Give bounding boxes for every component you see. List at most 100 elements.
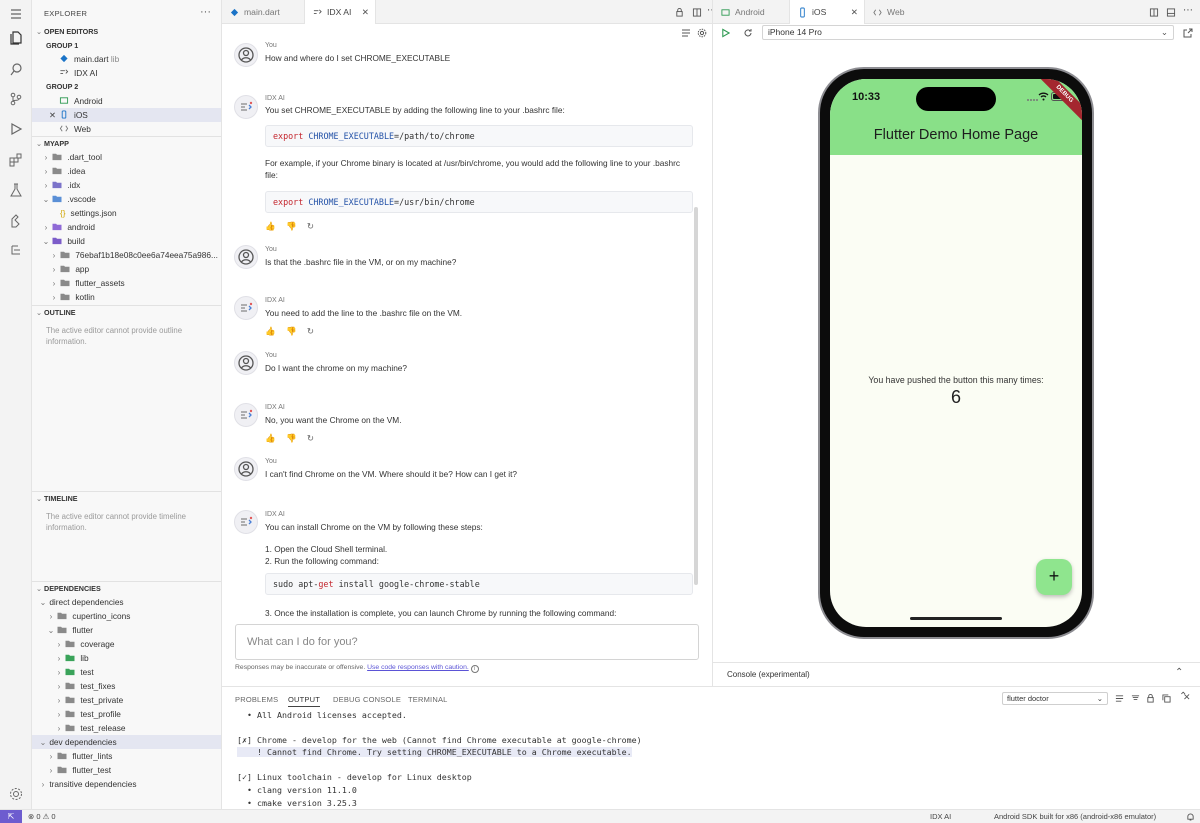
tab-web[interactable]: Web bbox=[865, 0, 939, 24]
close-panel-icon[interactable]: ✕ bbox=[1183, 692, 1191, 703]
dep-test-profile[interactable]: › test_profile bbox=[32, 707, 221, 721]
tree-build[interactable]: ⌄ build bbox=[32, 234, 221, 248]
close-tab-icon[interactable]: ✕ bbox=[851, 0, 858, 24]
tree-android[interactable]: › android bbox=[32, 220, 221, 234]
idx-ai-status[interactable]: IDX AI bbox=[930, 810, 951, 823]
counter-value: 6 bbox=[950, 387, 961, 407]
split-editor-icon[interactable] bbox=[1149, 8, 1159, 17]
open-editor-idx-ai[interactable]: IDX AI bbox=[32, 66, 221, 80]
tab-debug-console[interactable]: DEBUG CONSOLE bbox=[333, 695, 401, 704]
tree-idea[interactable]: › .idea bbox=[32, 164, 221, 178]
dep-dev[interactable]: ⌄ dev dependencies bbox=[32, 735, 221, 749]
external-link-icon[interactable] bbox=[1183, 28, 1193, 38]
open-editor-main-dart[interactable]: main.dart lib bbox=[32, 52, 221, 66]
dep-direct[interactable]: ⌄ direct dependencies bbox=[32, 595, 221, 609]
list-icon[interactable] bbox=[1115, 694, 1124, 703]
reload-icon[interactable] bbox=[743, 28, 753, 38]
run-icon[interactable] bbox=[721, 28, 730, 38]
dep-test[interactable]: › test bbox=[32, 665, 221, 679]
dep-test-release[interactable]: › test_release bbox=[32, 721, 221, 735]
tree-build-hash[interactable]: › 76ebaf1b18e08c0ee6a74eea75a986... bbox=[32, 248, 221, 262]
web-code-icon bbox=[873, 9, 882, 16]
lock-icon[interactable] bbox=[1146, 694, 1155, 703]
section-dependencies[interactable]: ⌄ DEPENDENCIES bbox=[32, 581, 221, 594]
tab-terminal[interactable]: TERMINAL bbox=[408, 695, 448, 704]
chat-input[interactable] bbox=[236, 625, 698, 659]
section-timeline[interactable]: ⌄ TIMELINE bbox=[32, 491, 221, 504]
output-line: [✗] Chrome - develop for the web (Cannot… bbox=[237, 735, 642, 745]
copy-icon[interactable] bbox=[1162, 694, 1171, 703]
tab-main-dart[interactable]: main.dart bbox=[222, 0, 304, 24]
dep-test-private[interactable]: › test_private bbox=[32, 693, 221, 707]
notifications-bell-icon[interactable] bbox=[1186, 813, 1195, 821]
run-debug-icon[interactable] bbox=[8, 121, 24, 137]
list-icon[interactable] bbox=[681, 28, 691, 38]
console-bar[interactable]: Console (experimental) ⌃ bbox=[712, 662, 1200, 686]
close-tab-icon[interactable]: ✕ bbox=[362, 0, 369, 24]
tab-problems[interactable]: PROBLEMS bbox=[235, 695, 278, 704]
code-block[interactable]: export CHROME_EXECUTABLE=/usr/bin/chrome bbox=[265, 191, 693, 213]
open-editor-web[interactable]: Web bbox=[32, 122, 221, 136]
code-block[interactable]: sudo apt-get install google-chrome-stabl… bbox=[265, 573, 693, 595]
search-icon[interactable] bbox=[8, 61, 24, 77]
source-control-icon[interactable] bbox=[8, 91, 24, 107]
more-actions-icon[interactable]: ⋯ bbox=[1183, 5, 1193, 16]
settings-gear-icon[interactable] bbox=[8, 786, 24, 802]
testing-icon[interactable] bbox=[8, 182, 24, 198]
output-source-select[interactable]: flutter doctor ⌄ bbox=[1002, 692, 1108, 705]
clear-output-icon[interactable] bbox=[1131, 694, 1140, 703]
flutter-icon[interactable] bbox=[8, 213, 24, 229]
close-icon[interactable]: ✕ bbox=[49, 108, 59, 122]
section-outline[interactable]: ⌄ OUTLINE bbox=[32, 305, 221, 318]
tab-output[interactable]: OUTPUT bbox=[288, 695, 321, 707]
dep-test-fixes[interactable]: › test_fixes bbox=[32, 679, 221, 693]
tab-android[interactable]: Android bbox=[713, 0, 789, 24]
dep-flutter-test[interactable]: › flutter_test bbox=[32, 763, 221, 777]
home-indicator bbox=[910, 617, 1002, 620]
dep-lib[interactable]: › lib bbox=[32, 651, 221, 665]
section-open-editors[interactable]: ⌄ OPEN EDITORS bbox=[32, 25, 221, 38]
chat-input-box[interactable] bbox=[235, 624, 699, 660]
gear-icon[interactable] bbox=[697, 28, 707, 38]
more-actions-icon[interactable]: ··· bbox=[200, 6, 211, 18]
tree-idx[interactable]: › .idx bbox=[32, 178, 221, 192]
dep-flutter-lints[interactable]: › flutter_lints bbox=[32, 749, 221, 763]
tree-kotlin[interactable]: › kotlin bbox=[32, 290, 221, 304]
dep-cupertino-icons[interactable]: › cupertino_icons bbox=[32, 609, 221, 623]
lock-icon[interactable] bbox=[675, 8, 684, 17]
open-editor-ios[interactable]: ✕ iOS bbox=[32, 108, 221, 122]
tree-settings-json[interactable]: {} settings.json bbox=[32, 206, 221, 220]
info-icon[interactable]: i bbox=[470, 665, 479, 673]
tree-flutter-assets[interactable]: › flutter_assets bbox=[32, 276, 221, 290]
extensions-icon[interactable] bbox=[8, 152, 24, 168]
device-status[interactable]: Android SDK built for x86 (android-x86 e… bbox=[994, 810, 1156, 823]
dep-coverage[interactable]: › coverage bbox=[32, 637, 221, 651]
dep-transitive[interactable]: › transitive dependencies bbox=[32, 777, 221, 791]
remote-icon[interactable]: ⇱ bbox=[0, 810, 22, 823]
tree-vscode[interactable]: ⌄ .vscode bbox=[32, 192, 221, 206]
ios-device-icon bbox=[61, 110, 67, 119]
code-block[interactable]: export CHROME_EXECUTABLE=/path/to/chrome bbox=[265, 125, 693, 147]
caution-link[interactable]: Use code responses with caution. bbox=[367, 664, 469, 671]
feedback-buttons[interactable]: 👍 👎 ↻ bbox=[265, 326, 318, 337]
problems-count[interactable]: ⊗ 0 ⚠ 0 bbox=[28, 810, 56, 823]
layout-icon[interactable] bbox=[1166, 8, 1176, 17]
section-myapp[interactable]: ⌄ MYAPP bbox=[32, 136, 221, 149]
chat-scrollbar[interactable] bbox=[694, 207, 698, 585]
tree-dart-tool[interactable]: › .dart_tool bbox=[32, 150, 221, 164]
tab-ios[interactable]: iOS ✕ bbox=[789, 0, 865, 24]
outline-icon[interactable] bbox=[8, 243, 24, 259]
chevron-up-icon[interactable]: ⌃ bbox=[1175, 667, 1183, 678]
group-2-label: GROUP 2 bbox=[46, 82, 79, 91]
tree-app[interactable]: › app bbox=[32, 262, 221, 276]
files-icon[interactable] bbox=[8, 30, 24, 46]
split-editor-icon[interactable] bbox=[692, 8, 702, 17]
menu-icon[interactable] bbox=[8, 6, 24, 22]
dep-flutter[interactable]: ⌄ flutter bbox=[32, 623, 221, 637]
increment-button[interactable]: + bbox=[1036, 559, 1072, 595]
device-select[interactable]: iPhone 14 Pro ⌄ bbox=[762, 25, 1174, 40]
open-editor-android[interactable]: Android bbox=[32, 94, 221, 108]
feedback-buttons[interactable]: 👍 👎 ↻ bbox=[265, 221, 318, 232]
feedback-buttons[interactable]: 👍 👎 ↻ bbox=[265, 433, 318, 444]
tab-idx-ai[interactable]: IDX AI ✕ bbox=[304, 0, 376, 24]
